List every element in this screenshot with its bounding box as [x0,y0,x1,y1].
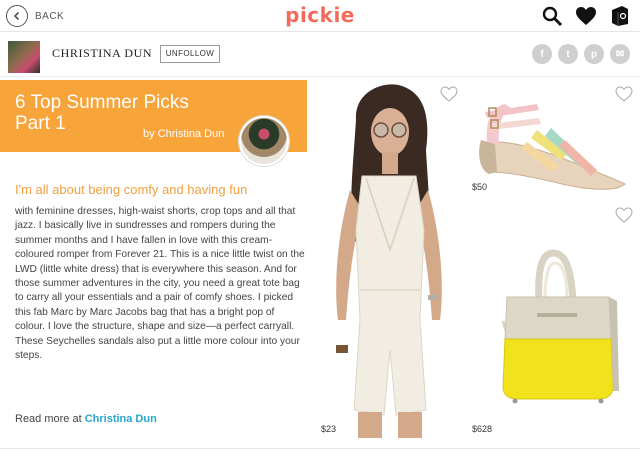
author-photo[interactable] [239,116,289,166]
bottom-divider [0,448,640,449]
product-card-sandals[interactable]: $50 [467,80,639,196]
facebook-icon[interactable]: f [532,44,552,64]
post-title-line-1: 6 Top Summer Picks [15,92,189,113]
sandals-image [467,80,639,196]
tote-bag-image [467,201,639,438]
product-price: $628 [472,424,493,434]
like-heart-icon[interactable] [440,86,458,102]
read-more: Read more at Christina Dun [15,413,157,425]
twitter-icon[interactable]: t [558,44,578,64]
read-more-prefix: Read more at [15,413,85,425]
shopping-bag-icon[interactable] [608,4,632,28]
read-more-link[interactable]: Christina Dun [85,413,157,425]
post-lead: I'm all about being comfy and having fun [15,182,248,197]
product-card-romper[interactable]: $23 [316,80,464,438]
unfollow-button[interactable]: UNFOLLOW [160,45,220,63]
pinterest-icon[interactable]: p [584,44,604,64]
author-name[interactable]: CHRISTINA DUN [52,46,152,61]
search-icon[interactable] [540,4,564,28]
social-share: f t p ✉ [532,44,630,64]
heart-icon[interactable] [574,4,598,28]
top-bar: BACK pickie [0,0,640,32]
author-row: CHRISTINA DUN UNFOLLOW f t p ✉ [0,33,640,77]
romper-image [316,80,464,438]
post-body: with feminine dresses, high-waist shorts… [15,206,305,362]
like-heart-icon[interactable] [615,86,633,102]
avatar[interactable] [8,41,40,73]
post-byline: by Christina Dun [143,128,225,140]
email-icon[interactable]: ✉ [610,44,630,64]
product-price: $50 [472,182,488,192]
product-card-bag[interactable]: $628 [467,201,639,438]
product-price: $23 [321,424,337,434]
like-heart-icon[interactable] [615,207,633,223]
